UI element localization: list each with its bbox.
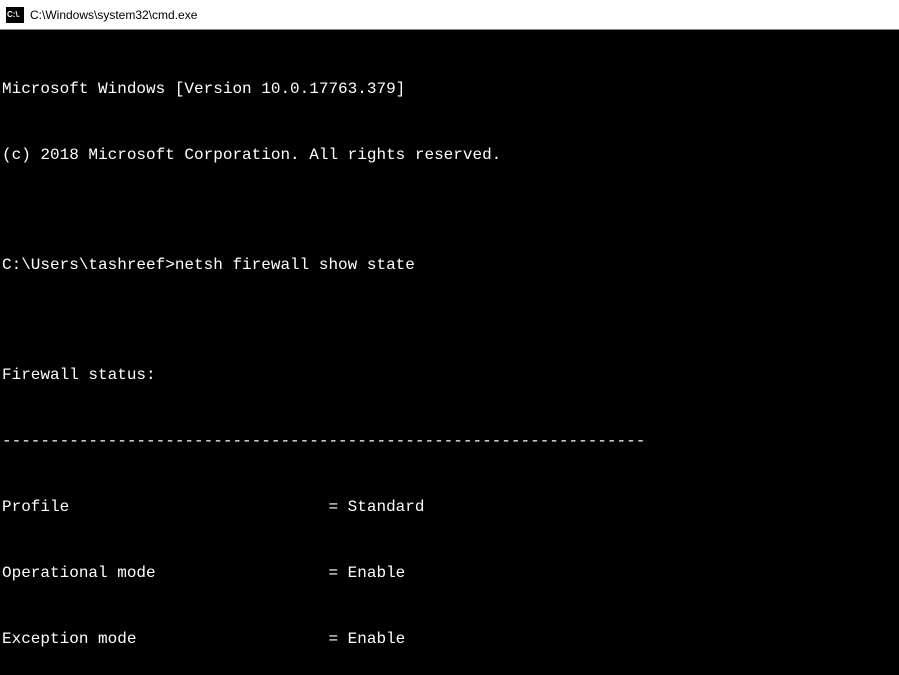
cmd-icon: C:\. bbox=[6, 7, 24, 23]
terminal-output[interactable]: Microsoft Windows [Version 10.0.17763.37… bbox=[0, 30, 899, 675]
terminal-line: Firewall status: bbox=[2, 364, 897, 386]
window-titlebar[interactable]: C:\. C:\Windows\system32\cmd.exe bbox=[0, 0, 899, 30]
terminal-line: Microsoft Windows [Version 10.0.17763.37… bbox=[2, 78, 897, 100]
terminal-prompt-line: C:\Users\tashreef>netsh firewall show st… bbox=[2, 254, 897, 276]
terminal-line: ----------------------------------------… bbox=[2, 430, 897, 452]
terminal-line: Profile = Standard bbox=[2, 496, 897, 518]
window-title: C:\Windows\system32\cmd.exe bbox=[30, 8, 197, 22]
terminal-line: Exception mode = Enable bbox=[2, 628, 897, 650]
terminal-line: (c) 2018 Microsoft Corporation. All righ… bbox=[2, 144, 897, 166]
terminal-line: Operational mode = Enable bbox=[2, 562, 897, 584]
